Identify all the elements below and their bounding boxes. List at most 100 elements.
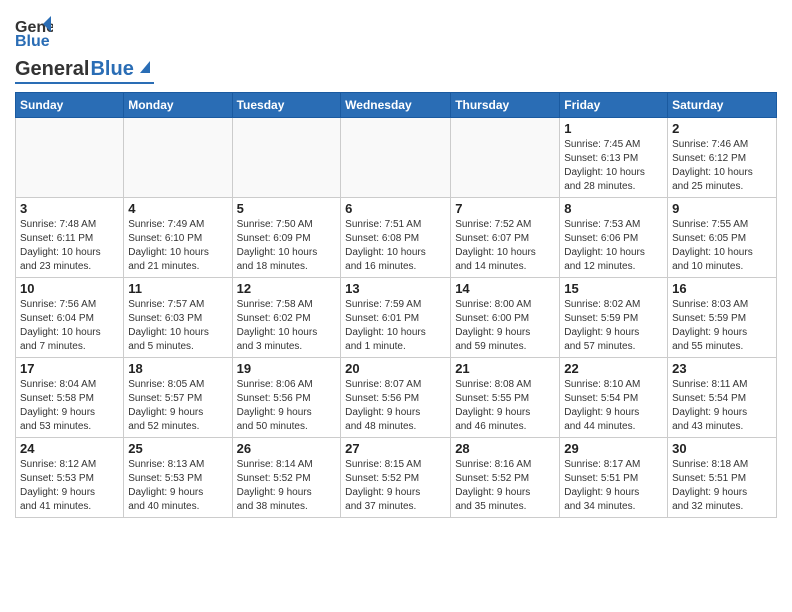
day-number: 19 bbox=[237, 361, 337, 376]
calendar-cell: 15Sunrise: 8:02 AMSunset: 5:59 PMDayligh… bbox=[560, 278, 668, 358]
day-number: 6 bbox=[345, 201, 446, 216]
day-info: Sunrise: 8:17 AMSunset: 5:51 PMDaylight:… bbox=[564, 458, 663, 514]
calendar-cell: 13 Sunrise: 7:59 AMSunset: 6:01 PMDayligh… bbox=[341, 278, 451, 358]
day-number: 29 bbox=[564, 441, 663, 456]
day-info: Sunrise: 7:49 AMSunset: 6:10 PMDaylight:… bbox=[128, 218, 227, 274]
day-number: 1 bbox=[564, 121, 663, 136]
calendar-cell: 9 Sunrise: 7:55 AMSunset: 6:05 PMDaylight… bbox=[668, 198, 777, 278]
day-number: 20 bbox=[345, 361, 446, 376]
day-number: 9 bbox=[672, 201, 772, 216]
day-info: Sunrise: 7:48 AMSunset: 6:11 PMDaylight:… bbox=[20, 218, 119, 274]
day-info: Sunrise: 7:50 AMSunset: 6:09 PMDaylight:… bbox=[237, 218, 337, 274]
day-number: 5 bbox=[237, 201, 337, 216]
week-row-3: 17 Sunrise: 8:04 AMSunset: 5:58 PMDayligh… bbox=[16, 358, 777, 438]
calendar-cell: 20 Sunrise: 8:07 AMSunset: 5:56 PMDayligh… bbox=[341, 358, 451, 438]
day-number: 26 bbox=[237, 441, 337, 456]
day-info: Sunrise: 8:00 AMSunset: 6:00 PMDaylight:… bbox=[455, 298, 555, 354]
calendar-cell: 7Sunrise: 7:52 AMSunset: 6:07 PMDaylight… bbox=[451, 198, 560, 278]
day-info: Sunrise: 8:16 AMSunset: 5:52 PMDaylight:… bbox=[455, 458, 555, 514]
day-info: Sunrise: 8:18 AMSunset: 5:51 PMDaylight:… bbox=[672, 458, 772, 514]
calendar-cell: 29 Sunrise: 8:17 AMSunset: 5:51 PMDayligh… bbox=[560, 438, 668, 518]
weekday-header-friday: Friday bbox=[560, 93, 668, 118]
calendar-cell: 26 Sunrise: 8:14 AMSunset: 5:52 PMDayligh… bbox=[232, 438, 341, 518]
weekday-header-tuesday: Tuesday bbox=[232, 93, 341, 118]
calendar: SundayMondayTuesdayWednesdayThursdayFrid… bbox=[15, 92, 777, 518]
calendar-cell: 14 Sunrise: 8:00 AMSunset: 6:00 PMDayligh… bbox=[451, 278, 560, 358]
day-info: Sunrise: 8:05 AMSunset: 5:57 PMDaylight:… bbox=[128, 378, 227, 434]
day-info: Sunrise: 8:13 AMSunset: 5:53 PMDaylight:… bbox=[128, 458, 227, 514]
day-info: Sunrise: 8:11 AMSunset: 5:54 PMDaylight:… bbox=[672, 378, 772, 434]
calendar-cell: 6Sunrise: 7:51 AMSunset: 6:08 PMDaylight… bbox=[341, 198, 451, 278]
day-info: Sunrise: 8:03 AMSunset: 5:59 PMDaylight:… bbox=[672, 298, 772, 354]
calendar-cell: 3 Sunrise: 7:48 AMSunset: 6:11 PMDaylight… bbox=[16, 198, 124, 278]
day-number: 30 bbox=[672, 441, 772, 456]
day-number: 12 bbox=[237, 281, 337, 296]
calendar-cell: 8 Sunrise: 7:53 AMSunset: 6:06 PMDaylight… bbox=[560, 198, 668, 278]
weekday-header-row: SundayMondayTuesdayWednesdayThursdayFrid… bbox=[16, 93, 777, 118]
day-number: 22 bbox=[564, 361, 663, 376]
calendar-cell: 1 Sunrise: 7:45 AMSunset: 6:13 PMDaylight… bbox=[560, 118, 668, 198]
day-number: 7 bbox=[455, 201, 555, 216]
day-number: 21 bbox=[455, 361, 555, 376]
day-number: 24 bbox=[20, 441, 119, 456]
day-number: 13 bbox=[345, 281, 446, 296]
calendar-cell: 4 Sunrise: 7:49 AMSunset: 6:10 PMDaylight… bbox=[124, 198, 232, 278]
day-number: 14 bbox=[455, 281, 555, 296]
logo-underline bbox=[15, 82, 154, 84]
logo-triangle-icon bbox=[136, 57, 154, 75]
day-info: Sunrise: 8:15 AMSunset: 5:52 PMDaylight:… bbox=[345, 458, 446, 514]
calendar-cell: 21Sunrise: 8:08 AMSunset: 5:55 PMDayligh… bbox=[451, 358, 560, 438]
logo: General Blue General Blue bbox=[15, 10, 154, 84]
day-number: 4 bbox=[128, 201, 227, 216]
calendar-cell bbox=[451, 118, 560, 198]
day-info: Sunrise: 7:53 AMSunset: 6:06 PMDaylight:… bbox=[564, 218, 663, 274]
calendar-cell: 23 Sunrise: 8:11 AMSunset: 5:54 PMDayligh… bbox=[668, 358, 777, 438]
weekday-header-monday: Monday bbox=[124, 93, 232, 118]
day-info: Sunrise: 7:56 AMSunset: 6:04 PMDaylight:… bbox=[20, 298, 119, 354]
day-number: 15 bbox=[564, 281, 663, 296]
day-number: 3 bbox=[20, 201, 119, 216]
day-number: 8 bbox=[564, 201, 663, 216]
day-info: Sunrise: 8:12 AMSunset: 5:53 PMDaylight:… bbox=[20, 458, 119, 514]
day-info: Sunrise: 7:55 AMSunset: 6:05 PMDaylight:… bbox=[672, 218, 772, 274]
day-number: 2 bbox=[672, 121, 772, 136]
day-number: 11 bbox=[128, 281, 227, 296]
weekday-header-sunday: Sunday bbox=[16, 93, 124, 118]
calendar-cell bbox=[16, 118, 124, 198]
day-info: Sunrise: 8:14 AMSunset: 5:52 PMDaylight:… bbox=[237, 458, 337, 514]
day-number: 16 bbox=[672, 281, 772, 296]
day-number: 23 bbox=[672, 361, 772, 376]
calendar-cell bbox=[341, 118, 451, 198]
svg-text:Blue: Blue bbox=[15, 33, 50, 50]
day-info: Sunrise: 7:59 AMSunset: 6:01 PMDaylight:… bbox=[345, 298, 446, 354]
day-info: Sunrise: 8:07 AMSunset: 5:56 PMDaylight:… bbox=[345, 378, 446, 434]
calendar-cell: 25Sunrise: 8:13 AMSunset: 5:53 PMDayligh… bbox=[124, 438, 232, 518]
weekday-header-wednesday: Wednesday bbox=[341, 93, 451, 118]
calendar-cell: 28 Sunrise: 8:16 AMSunset: 5:52 PMDayligh… bbox=[451, 438, 560, 518]
day-info: Sunrise: 8:04 AMSunset: 5:58 PMDaylight:… bbox=[20, 378, 119, 434]
header: General Blue General Blue bbox=[15, 10, 777, 84]
calendar-cell: 5 Sunrise: 7:50 AMSunset: 6:09 PMDaylight… bbox=[232, 198, 341, 278]
weekday-header-thursday: Thursday bbox=[451, 93, 560, 118]
day-info: Sunrise: 7:45 AMSunset: 6:13 PMDaylight:… bbox=[564, 138, 663, 194]
calendar-cell: 27Sunrise: 8:15 AMSunset: 5:52 PMDayligh… bbox=[341, 438, 451, 518]
calendar-cell: 2Sunrise: 7:46 AMSunset: 6:12 PMDaylight… bbox=[668, 118, 777, 198]
calendar-cell: 30 Sunrise: 8:18 AMSunset: 5:51 PMDayligh… bbox=[668, 438, 777, 518]
calendar-cell: 17 Sunrise: 8:04 AMSunset: 5:58 PMDayligh… bbox=[16, 358, 124, 438]
calendar-cell: 22 Sunrise: 8:10 AMSunset: 5:54 PMDayligh… bbox=[560, 358, 668, 438]
week-row-1: 3 Sunrise: 7:48 AMSunset: 6:11 PMDaylight… bbox=[16, 198, 777, 278]
day-number: 28 bbox=[455, 441, 555, 456]
logo-icon: General Blue bbox=[15, 14, 53, 52]
day-info: Sunrise: 8:10 AMSunset: 5:54 PMDaylight:… bbox=[564, 378, 663, 434]
day-info: Sunrise: 7:58 AMSunset: 6:02 PMDaylight:… bbox=[237, 298, 337, 354]
weekday-header-saturday: Saturday bbox=[668, 93, 777, 118]
day-number: 17 bbox=[20, 361, 119, 376]
calendar-cell: 12 Sunrise: 7:58 AMSunset: 6:02 PMDayligh… bbox=[232, 278, 341, 358]
calendar-cell bbox=[124, 118, 232, 198]
week-row-0: 1 Sunrise: 7:45 AMSunset: 6:13 PMDaylight… bbox=[16, 118, 777, 198]
logo-general: General bbox=[15, 58, 89, 81]
page: General Blue General Blue Su bbox=[0, 0, 792, 533]
calendar-cell: 11Sunrise: 7:57 AMSunset: 6:03 PMDayligh… bbox=[124, 278, 232, 358]
day-number: 10 bbox=[20, 281, 119, 296]
day-info: Sunrise: 8:06 AMSunset: 5:56 PMDaylight:… bbox=[237, 378, 337, 434]
